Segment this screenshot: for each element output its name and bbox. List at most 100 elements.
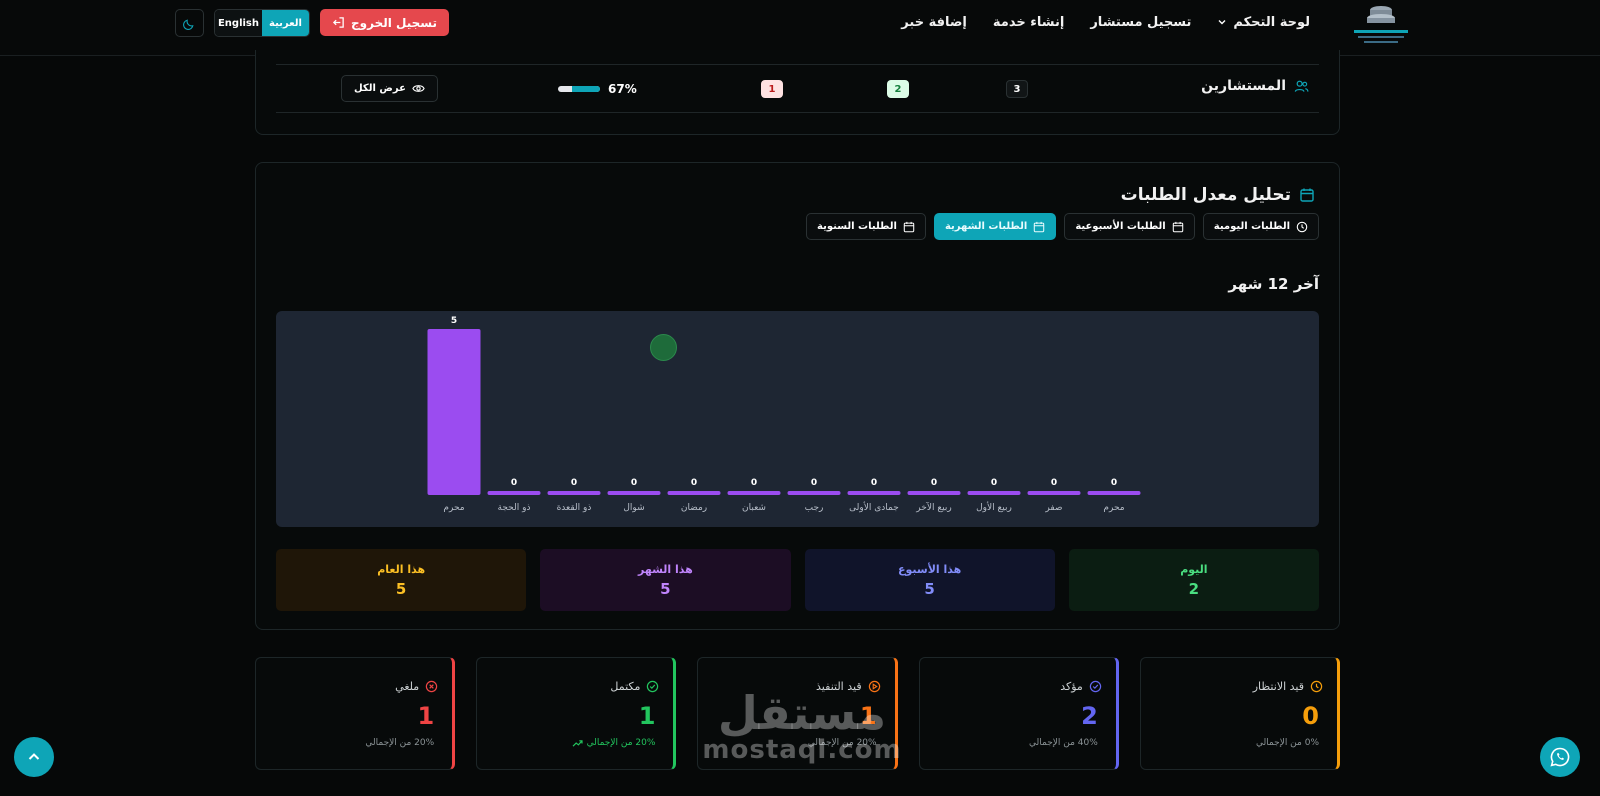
- status-cards-row: قيد الانتظار 0 0% من الإجمالي مؤكد 2 40%…: [254, 657, 1340, 770]
- tile-today: اليوم 2: [1068, 549, 1319, 611]
- view-all-label: عرض الكل: [354, 83, 406, 94]
- status-foot-text: 20% من الإجمالي: [807, 738, 877, 748]
- monthly-requests-chart: 0 محرم 0 صفر 0 ربيع الأول 0 ربيع الآخر 0 جمادى ال…: [276, 311, 1319, 527]
- tab-yearly[interactable]: الطلبات السنوية: [806, 213, 926, 240]
- status-card-cancelled[interactable]: ملغي 1 20% من الإجمالي: [254, 657, 456, 770]
- period-tabs: الطلبات اليومية الطلبات الأسبوعية الطلبا…: [806, 213, 1319, 240]
- divider: [276, 64, 1319, 65]
- nav-register-consultant[interactable]: تسجيل مستشار: [1090, 15, 1191, 30]
- whatsapp-button[interactable]: [1540, 737, 1580, 777]
- logout-button[interactable]: تسجيل الخروج: [320, 9, 449, 36]
- status-value: 0: [1302, 702, 1319, 730]
- chart-tick-label: ربيع الأول: [976, 501, 1012, 513]
- consultants-inactive-badge: 1: [761, 80, 783, 98]
- tile-week-value: 5: [924, 579, 935, 598]
- status-foot-text: 40% من الإجمالي: [1029, 738, 1098, 748]
- status-foot: 40% من الإجمالي: [1029, 738, 1098, 748]
- view-all-button[interactable]: عرض الكل: [341, 75, 438, 102]
- consultants-summary-card: المستشارين 3 2 1 67% عرض الكل: [255, 50, 1340, 135]
- tile-month-value: 5: [660, 579, 671, 598]
- progress-fill: [571, 86, 600, 92]
- status-label: قيد التنفيذ: [816, 680, 862, 693]
- chart-data-label: 0: [991, 478, 997, 488]
- chart-data-label: 0: [751, 478, 757, 488]
- status-value: 1: [417, 702, 435, 730]
- consultants-row-label: المستشارين: [1201, 78, 1309, 94]
- calendar-icon: [1034, 221, 1045, 232]
- check-circle-icon: [1089, 680, 1102, 693]
- chart-bar: [1027, 491, 1081, 495]
- chart-data-label: 0: [811, 478, 817, 488]
- trend-up-icon: [572, 739, 583, 747]
- chevron-down-icon: [1218, 20, 1226, 25]
- chart-data-label: 0: [571, 478, 577, 488]
- scroll-to-top-button[interactable]: [14, 737, 54, 777]
- tile-today-label: اليوم: [1180, 562, 1208, 576]
- logout-icon: [332, 17, 344, 28]
- chart-data-label: 0: [631, 478, 637, 488]
- status-foot-text: 20% من الإجمالي: [586, 738, 656, 748]
- chart-bar: [907, 491, 961, 495]
- lang-arabic-button[interactable]: العربية: [262, 10, 309, 36]
- analysis-title: تحليل معدل الطلبات: [1120, 185, 1291, 205]
- status-head: قيد التنفيذ: [816, 680, 881, 693]
- lang-english-button[interactable]: English: [215, 10, 262, 36]
- chart-tick-label: رجب: [805, 503, 824, 513]
- chart-tick-label: صفر: [1044, 503, 1062, 513]
- status-foot-text: 20% من الإجمالي: [365, 738, 435, 748]
- calendar-icon: [1172, 221, 1183, 232]
- chart-bar: [427, 329, 481, 495]
- nav-create-service[interactable]: إنشاء خدمة: [993, 15, 1064, 30]
- status-value: 1: [638, 702, 656, 730]
- status-label: مكتمل: [610, 680, 641, 693]
- status-card-completed[interactable]: مكتمل 1 20% من الإجمالي: [476, 657, 677, 770]
- chart-tick-label: ربيع الآخر: [915, 501, 951, 513]
- status-foot-text: 0% من الإجمالي: [1255, 738, 1319, 748]
- range-title: آخر 12 شهر: [1228, 275, 1319, 293]
- chart-tick-label: شعبان: [742, 503, 766, 513]
- whatsapp-icon: [1550, 747, 1570, 767]
- status-value: 2: [1081, 702, 1098, 730]
- company-logo[interactable]: [1346, 0, 1416, 52]
- nav-dashboard-label: لوحة التحكم: [1233, 14, 1310, 30]
- chart-data-label: 0: [931, 478, 937, 488]
- chart-tick-label: رمضان: [681, 503, 707, 513]
- consultants-active-badge: 2: [887, 80, 909, 98]
- status-card-pending[interactable]: قيد الانتظار 0 0% من الإجمالي: [1139, 657, 1340, 770]
- nav-links: لوحة التحكم تسجيل مستشار إنشاء خدمة إضاف…: [901, 0, 1310, 44]
- chart-data-label: 0: [511, 478, 517, 488]
- tab-monthly-label: الطلبات الشهرية: [944, 221, 1028, 232]
- tile-this-year: هذا العام 5: [276, 549, 527, 611]
- chart-bar: [967, 491, 1021, 495]
- clock-icon: [1296, 221, 1308, 232]
- language-toggle: English العربية: [214, 9, 310, 37]
- chart-svg: 0 محرم 0 صفر 0 ربيع الأول 0 ربيع الآخر 0 جمادى ال…: [427, 316, 1141, 513]
- status-card-in-progress[interactable]: قيد التنفيذ 1 20% من الإجمالي: [697, 657, 898, 770]
- tab-weekly[interactable]: الطلبات الأسبوعية: [1064, 213, 1195, 240]
- chart-tick-label: محرم: [1103, 503, 1124, 513]
- theme-toggle-button[interactable]: [175, 9, 204, 37]
- status-label: ملغي: [395, 680, 420, 693]
- status-card-confirmed[interactable]: مؤكد 2 40% من الإجمالي: [918, 657, 1119, 770]
- status-label: قيد الانتظار: [1252, 680, 1304, 693]
- users-icon: [1294, 80, 1309, 92]
- calendar-icon: [903, 221, 915, 232]
- nav-register-consultant-label: تسجيل مستشار: [1090, 14, 1192, 30]
- status-label: مؤكد: [1060, 680, 1083, 693]
- divider: [276, 112, 1319, 113]
- tab-daily[interactable]: الطلبات اليومية: [1202, 213, 1319, 240]
- tab-yearly-label: الطلبات السنوية: [817, 221, 897, 232]
- status-foot: 20% من الإجمالي: [365, 738, 434, 748]
- nav-add-news[interactable]: إضافة خبر: [901, 15, 967, 30]
- eye-icon: [412, 85, 425, 92]
- chart-bar: [607, 491, 661, 495]
- status-foot: 20% من الإجمالي: [808, 738, 877, 748]
- consultants-progress: 67%: [558, 82, 637, 96]
- tab-monthly[interactable]: الطلبات الشهرية: [933, 213, 1057, 240]
- tile-this-week: هذا الأسبوع 5: [804, 549, 1055, 611]
- cursor-indicator: [650, 334, 677, 361]
- calendar-icon: [1300, 188, 1314, 202]
- chart-bar: [487, 491, 541, 495]
- nav-dashboard[interactable]: لوحة التحكم: [1217, 15, 1310, 30]
- chart-tick-label: شوال: [623, 503, 644, 513]
